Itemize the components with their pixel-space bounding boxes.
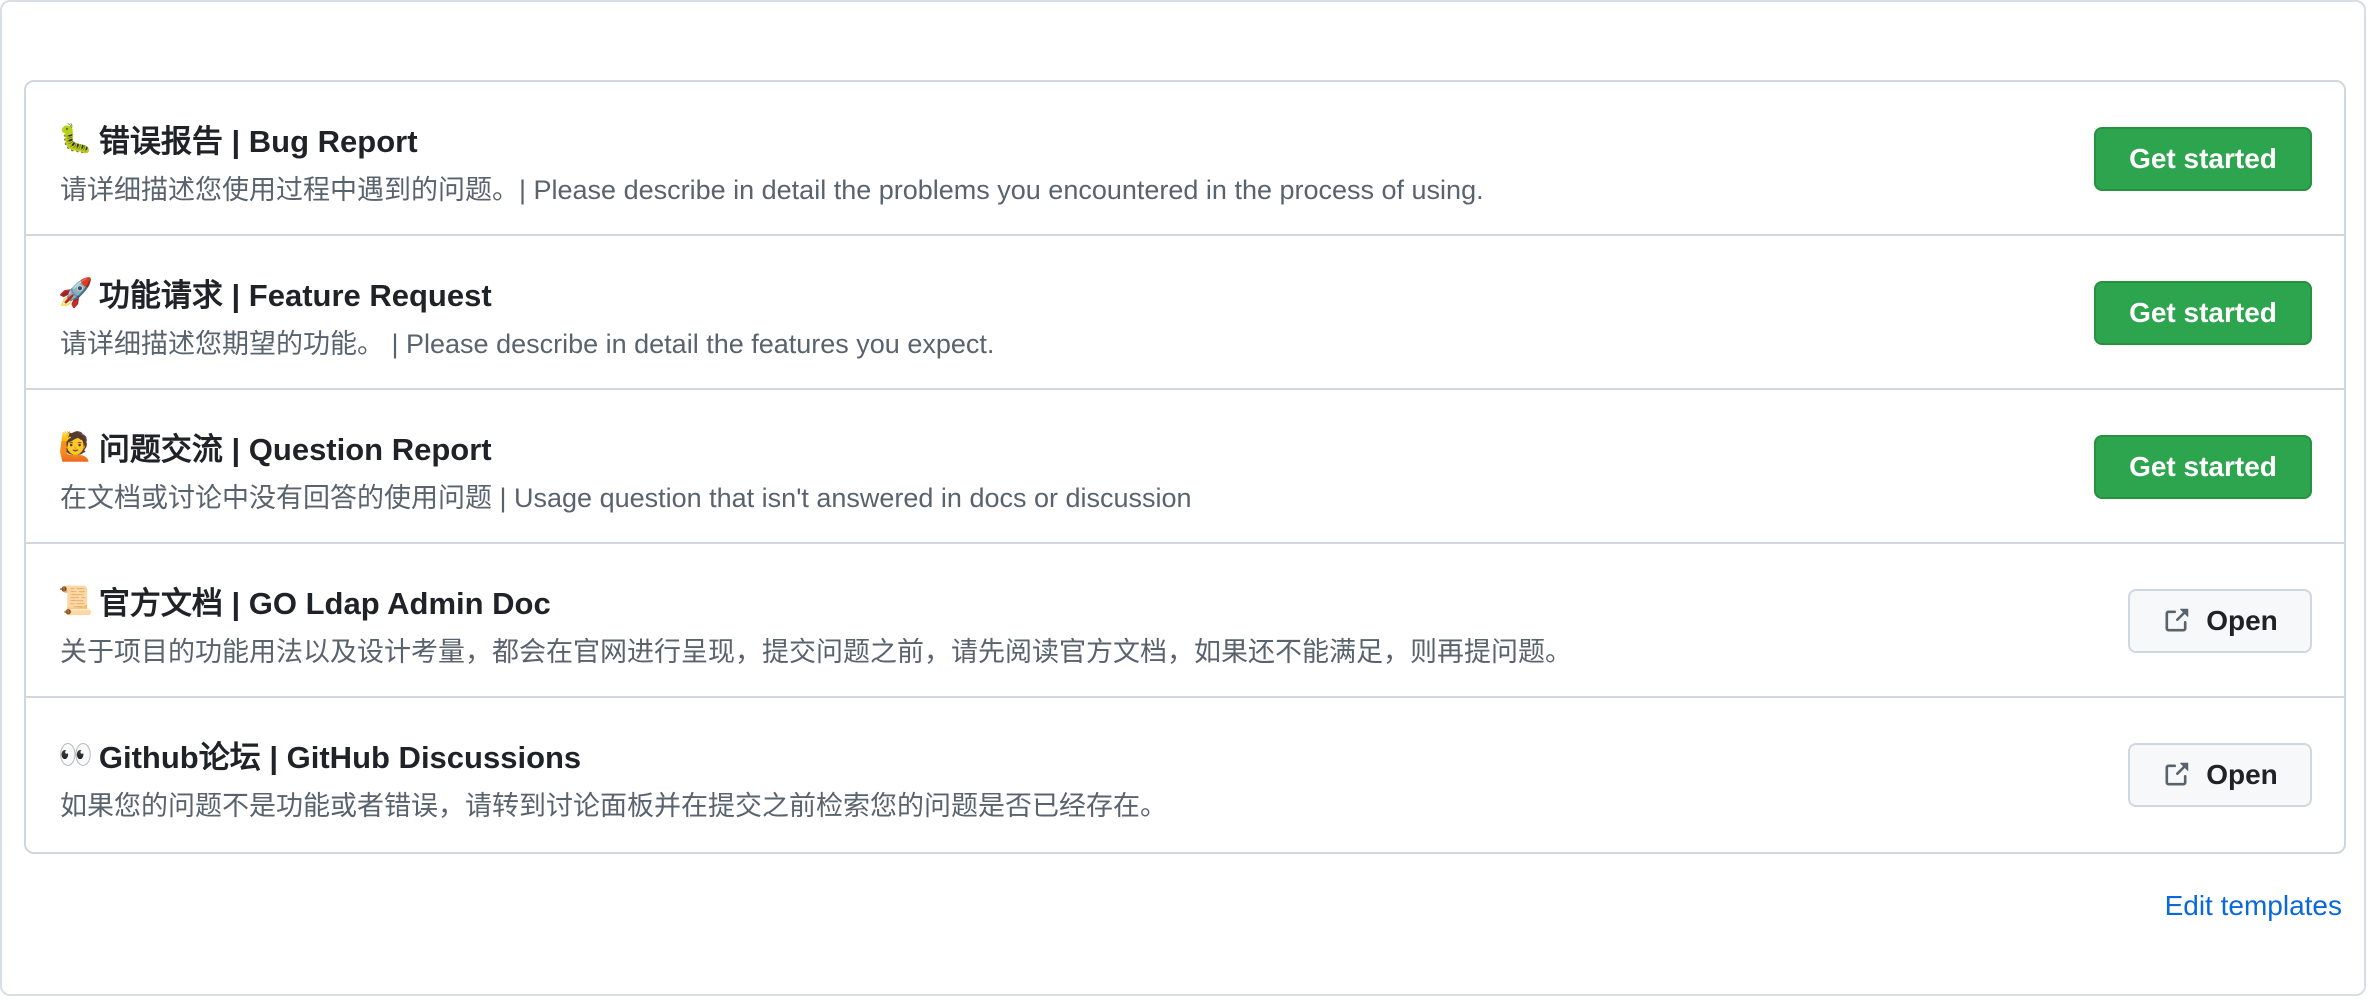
eyes-icon: 👀: [58, 738, 93, 770]
external-link-icon: [2165, 608, 2189, 632]
external-link-icon: [2165, 762, 2189, 786]
template-description: 在文档或讨论中没有回答的使用问题 | Usage question that i…: [60, 483, 1192, 513]
get-started-button[interactable]: Get started: [2094, 281, 2312, 345]
template-row-bug-report: 🐛 错误报告 | Bug Report 请详细描述您使用过程中遇到的问题。| P…: [26, 82, 2344, 236]
open-button-label: Open: [2206, 759, 2278, 790]
person-raising-hand-icon: 🙋: [58, 430, 93, 462]
get-started-button[interactable]: Get started: [2094, 127, 2312, 191]
template-title: 👀 Github论坛 | GitHub Discussions: [58, 732, 581, 777]
open-button[interactable]: Open: [2128, 743, 2312, 807]
template-row-official-docs: 📜 官方文档 | GO Ldap Admin Doc 关于项目的功能用法以及设计…: [26, 544, 2344, 698]
template-list: 🐛 错误报告 | Bug Report 请详细描述您使用过程中遇到的问题。| P…: [24, 80, 2346, 854]
issue-template-chooser: 🐛 错误报告 | Bug Report 请详细描述您使用过程中遇到的问题。| P…: [0, 0, 2366, 996]
template-row-question-report: 🙋 问题交流 | Question Report 在文档或讨论中没有回答的使用问…: [26, 390, 2344, 544]
template-title-text: 错误报告 | Bug Report: [98, 124, 418, 159]
template-title-text: 官方文档 | GO Ldap Admin Doc: [98, 586, 551, 621]
template-title: 🐛 错误报告 | Bug Report: [58, 116, 418, 161]
template-title-text: 问题交流 | Question Report: [98, 432, 492, 467]
template-description: 关于项目的功能用法以及设计考量，都会在官网进行呈现，提交问题之前，请先阅读官方文…: [60, 637, 1572, 667]
rocket-icon: 🚀: [58, 276, 93, 308]
template-title: 🙋 问题交流 | Question Report: [58, 424, 492, 469]
edit-templates-link[interactable]: Edit templates: [2165, 890, 2342, 922]
scroll-icon: 📜: [58, 584, 93, 616]
template-row-github-discussions: 👀 Github论坛 | GitHub Discussions 如果您的问题不是…: [26, 698, 2344, 850]
bug-icon: 🐛: [58, 122, 93, 154]
open-button-label: Open: [2206, 605, 2278, 636]
get-started-button[interactable]: Get started: [2094, 435, 2312, 499]
template-title: 🚀 功能请求 | Feature Request: [58, 270, 492, 315]
template-title-text: 功能请求 | Feature Request: [98, 278, 492, 313]
template-title-text: Github论坛 | GitHub Discussions: [98, 740, 582, 775]
template-title: 📜 官方文档 | GO Ldap Admin Doc: [58, 578, 551, 623]
template-row-feature-request: 🚀 功能请求 | Feature Request 请详细描述您期望的功能。 | …: [26, 236, 2344, 390]
template-description: 如果您的问题不是功能或者错误，请转到讨论面板并在提交之前检索您的问题是否已经存在…: [60, 791, 1167, 821]
template-description: 请详细描述您期望的功能。 | Please describe in detail…: [60, 329, 995, 359]
open-button[interactable]: Open: [2128, 589, 2312, 653]
template-description: 请详细描述您使用过程中遇到的问题。| Please describe in de…: [60, 175, 1484, 205]
